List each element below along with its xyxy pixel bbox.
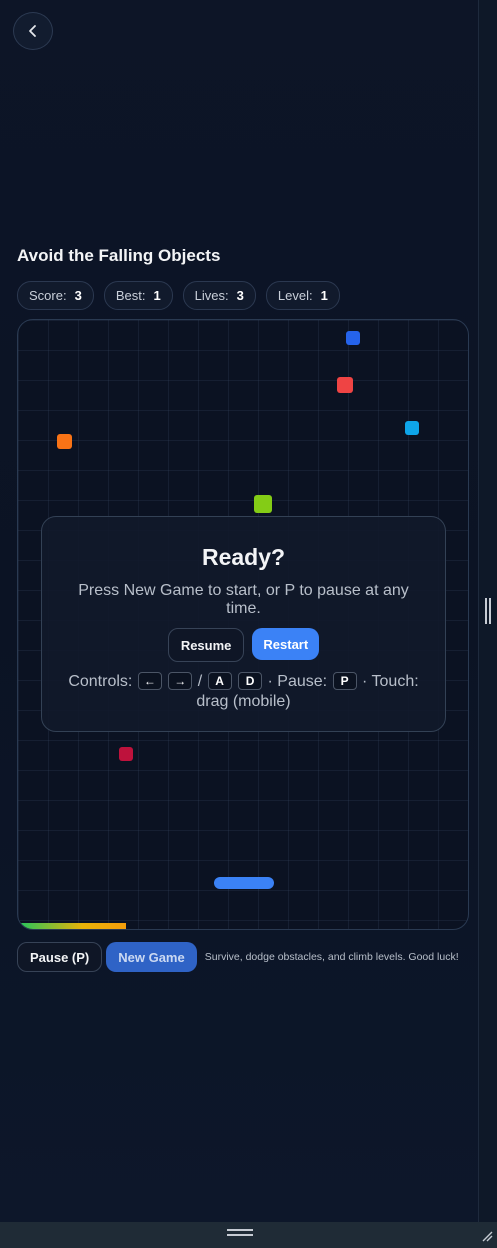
- resize-grip-icon[interactable]: [481, 1230, 493, 1242]
- falling-object: [119, 747, 133, 761]
- level-progress-bar: [18, 923, 126, 929]
- bottom-toolbar: Pause (P) New Game Survive, dodge obstac…: [17, 942, 459, 972]
- key-left: ←: [137, 672, 162, 690]
- score-pill: Score: 3: [17, 281, 94, 310]
- falling-object: [337, 377, 353, 393]
- level-pill: Level: 1: [265, 281, 340, 310]
- level-value: 1: [320, 288, 328, 303]
- best-value: 1: [153, 288, 161, 303]
- player-paddle[interactable]: [214, 877, 274, 889]
- controls-label: Controls:: [68, 673, 133, 690]
- app-page: Avoid the Falling Objects Score: 3 Best:…: [0, 0, 479, 1222]
- pause-button[interactable]: Pause (P): [17, 942, 103, 972]
- key-right: →: [168, 672, 193, 690]
- page-title: Avoid the Falling Objects: [17, 246, 221, 265]
- level-label: Level:: [277, 288, 313, 303]
- key-p: P: [332, 672, 357, 690]
- overlay-buttons: Resume Restart: [42, 628, 445, 662]
- lives-label: Lives:: [194, 288, 229, 303]
- score-value: 3: [74, 288, 82, 303]
- chevron-left-icon: [29, 25, 36, 37]
- key-separator: /: [197, 673, 203, 690]
- key-a: A: [207, 672, 232, 690]
- falling-object: [254, 495, 272, 513]
- back-button[interactable]: [13, 12, 53, 50]
- best-label: Best:: [115, 288, 146, 303]
- key-d: D: [238, 672, 263, 690]
- horizontal-resize-handle[interactable]: [227, 1229, 253, 1236]
- overlay-title: Ready?: [201, 544, 286, 570]
- controls-help: Controls: ← → / A D · Pause: P · Touch: …: [62, 672, 425, 712]
- pause-text: · Pause:: [267, 673, 328, 690]
- lives-value: 3: [236, 288, 244, 303]
- lives-pill: Lives: 3: [182, 281, 256, 310]
- overlay-text: Press New Game to start, or P to pause a…: [78, 582, 409, 617]
- stats-bar: Score: 3 Best: 1 Lives: 3 Level: 1: [17, 281, 340, 310]
- restart-button[interactable]: Restart: [252, 628, 320, 660]
- falling-object: [346, 331, 360, 345]
- falling-object: [57, 434, 72, 449]
- resume-button[interactable]: Resume: [167, 628, 245, 662]
- ready-overlay: Ready? Press New Game to start, or P to …: [41, 516, 446, 732]
- score-label: Score:: [29, 288, 67, 303]
- new-game-button[interactable]: New Game: [106, 942, 197, 972]
- falling-object: [405, 421, 419, 435]
- hint-text: Survive, dodge obstacles, and climb leve…: [204, 951, 459, 963]
- best-pill: Best: 1: [103, 281, 173, 310]
- vertical-resize-handle[interactable]: [485, 598, 491, 624]
